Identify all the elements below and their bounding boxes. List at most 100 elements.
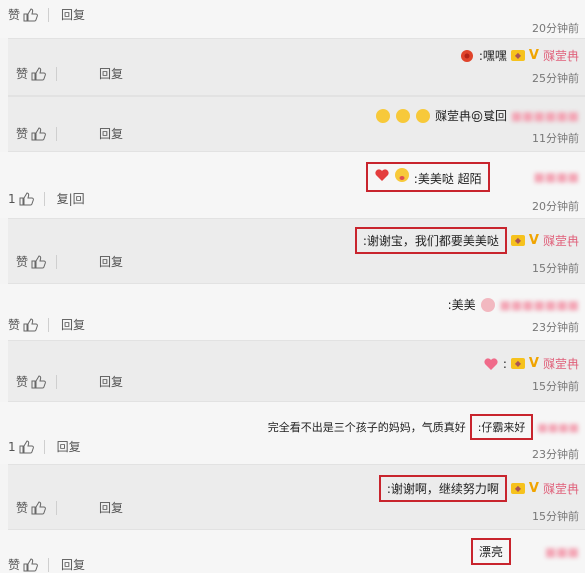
like-count: 1 xyxy=(8,439,16,454)
author-name[interactable]: ■■■ xyxy=(545,545,579,559)
timestamp: 20分钟前 xyxy=(532,22,579,35)
like-label: 赞 xyxy=(16,375,29,389)
comment-text: :美美哒 超陌 xyxy=(413,172,482,186)
divider xyxy=(48,557,50,572)
thumbs-up-icon xyxy=(31,374,46,388)
comment-actions: 1 回复 xyxy=(8,438,81,455)
comment-meta: :谢谢啊，继续努力啊 ◆ V 冉莹颖 15分钟前 xyxy=(378,475,579,524)
author-name[interactable]: 冉莹颖 xyxy=(543,355,579,372)
comment-body: :嘿嘿 ◆ V 冉莹颖 xyxy=(459,47,579,64)
comment-text: 漂亮 xyxy=(478,545,503,559)
timestamp: 15分钟前 xyxy=(532,262,579,275)
like-label: 赞 xyxy=(16,67,29,81)
thumbs-up-icon xyxy=(23,317,38,331)
highlighted-comment: 漂亮 xyxy=(470,538,511,565)
timestamp: 23分钟前 xyxy=(532,321,579,334)
divider xyxy=(43,191,45,206)
reply-button[interactable]: 回复 xyxy=(61,556,85,573)
reply-item: 赞 回复 :谢谢宝，我们都要美美哒 ◆ V 冉莹颖 15分钟前 xyxy=(8,218,585,284)
highlighted-comment: :谢谢啊，继续努力啊 xyxy=(378,475,507,502)
comment-item: 赞 回复 20分钟前 xyxy=(0,0,585,38)
timestamp: 15分钟前 xyxy=(532,380,579,393)
like-button[interactable]: 赞 xyxy=(8,6,38,23)
like-button[interactable]: 1 xyxy=(8,192,34,206)
member-badge-icon: ◆ xyxy=(510,235,525,246)
like-button[interactable]: 赞 xyxy=(8,316,38,333)
like-count: 1 xyxy=(8,191,16,206)
comment-actions: 赞 回复 xyxy=(8,316,85,333)
thumbs-up-icon xyxy=(23,557,38,571)
thumbs-up-icon xyxy=(31,254,46,268)
flower-emoji-icon xyxy=(460,49,473,62)
reply-button[interactable]: 回复 xyxy=(99,65,123,82)
comment-text: :仔霸来好 xyxy=(477,421,526,434)
author-name[interactable]: 冉莹颖 xyxy=(543,232,579,249)
timestamp: 23分钟前 xyxy=(532,448,579,461)
verified-badge: V xyxy=(528,233,539,248)
like-button[interactable]: 赞 xyxy=(16,499,46,516)
reply-button[interactable]: 回复 xyxy=(99,253,123,270)
thumbs-up-icon xyxy=(31,126,46,140)
divider xyxy=(56,126,58,141)
like-label: 赞 xyxy=(16,127,29,141)
like-button[interactable]: 赞 xyxy=(16,65,46,82)
reply-button[interactable]: 复|回 xyxy=(57,190,85,207)
comment-actions: 赞 回复 xyxy=(16,499,123,516)
reply-button[interactable]: 回复 xyxy=(57,438,81,455)
comment-item: 1 复|回 :美美哒 超陌 ■■■■ 20分钟前 xyxy=(0,152,585,218)
like-label: 赞 xyxy=(16,501,29,515)
divider xyxy=(56,254,58,269)
divider xyxy=(48,317,50,332)
emoji-face-icon xyxy=(480,297,495,312)
author-name[interactable]: 冉莹颖 xyxy=(543,480,579,497)
thumbs-up-icon xyxy=(19,191,34,205)
thumbs-up-icon xyxy=(31,500,46,514)
like-button[interactable]: 赞 xyxy=(16,125,46,142)
thumbs-up-icon xyxy=(31,66,46,80)
comment-item: 1 回复 完全看不出是三个孩子的妈妈，气质真好 :仔霸来好 ■■■■ 23分钟前 xyxy=(0,402,585,464)
timestamp: 20分钟前 xyxy=(532,200,579,213)
member-badge-icon: ◆ xyxy=(510,358,525,369)
author-name[interactable]: 冉莹颖 xyxy=(543,47,579,64)
divider xyxy=(56,374,58,389)
comment-text: :美美 xyxy=(447,298,476,312)
reply-button[interactable]: 回复 xyxy=(99,499,123,516)
reply-button[interactable]: 回复 xyxy=(99,125,123,142)
author-name[interactable]: ■■■■■■■ xyxy=(500,298,579,312)
reply-item: 赞 回复 回复@冉莹颖 ■■■■■■ 11分钟前 xyxy=(8,96,585,152)
emoji-face-icon xyxy=(395,108,410,123)
reply-item: 赞 回复 : ◆ V 冉莹颖 15分钟前 xyxy=(8,340,585,402)
comment-actions: 1 复|回 xyxy=(8,190,85,207)
reply-button[interactable]: 回复 xyxy=(61,6,85,23)
comment-meta: 漂亮 ■■■ xyxy=(470,538,579,565)
verified-badge: V xyxy=(528,48,539,63)
like-button[interactable]: 赞 xyxy=(8,556,38,573)
author-name[interactable]: ■■■■ xyxy=(534,170,579,184)
comment-text: 回复@冉莹颖 xyxy=(434,109,507,123)
heart-icon xyxy=(484,357,498,370)
like-button[interactable]: 1 xyxy=(8,440,34,454)
reply-button[interactable]: 回复 xyxy=(61,316,85,333)
comment-body: 完全看不出是三个孩子的妈妈，气质真好 :仔霸来好 ■■■■ xyxy=(268,414,579,440)
reply-button[interactable]: 回复 xyxy=(99,373,123,390)
comment-meta: :美美哒 超陌 ■■■■ 20分钟前 xyxy=(366,162,579,214)
comment-text: :谢谢啊，继续努力啊 xyxy=(386,482,499,496)
comment-text: :嘿嘿 xyxy=(478,49,507,63)
tongue-face-icon xyxy=(394,168,409,182)
comment-meta: :美美 ■■■■■■■ 23分钟前 xyxy=(448,296,579,335)
comment-meta: 20分钟前 xyxy=(532,14,579,36)
like-label: 赞 xyxy=(8,558,21,572)
highlighted-comment: :谢谢宝，我们都要美美哒 xyxy=(354,227,507,254)
like-label: 赞 xyxy=(8,8,21,22)
divider xyxy=(43,439,45,454)
comment-meta: : ◆ V 冉莹颖 15分钟前 xyxy=(483,355,579,394)
comment-item: 赞 回复 :美美 ■■■■■■■ 23分钟前 xyxy=(0,284,585,340)
verified-badge: V xyxy=(528,481,539,496)
author-name[interactable]: ■■■■■■ xyxy=(511,109,579,123)
like-button[interactable]: 赞 xyxy=(16,253,46,270)
like-button[interactable]: 赞 xyxy=(16,373,46,390)
author-name[interactable]: ■■■■ xyxy=(537,421,579,434)
divider xyxy=(56,66,58,81)
comment-feed: 赞 回复 20分钟前 赞 回复 :嘿嘿 ◆ V 冉莹颖 25分钟前 赞 回复 回… xyxy=(0,0,585,573)
reply-item: 赞 回复 :谢谢啊，继续努力啊 ◆ V 冉莹颖 15分钟前 xyxy=(8,464,585,530)
